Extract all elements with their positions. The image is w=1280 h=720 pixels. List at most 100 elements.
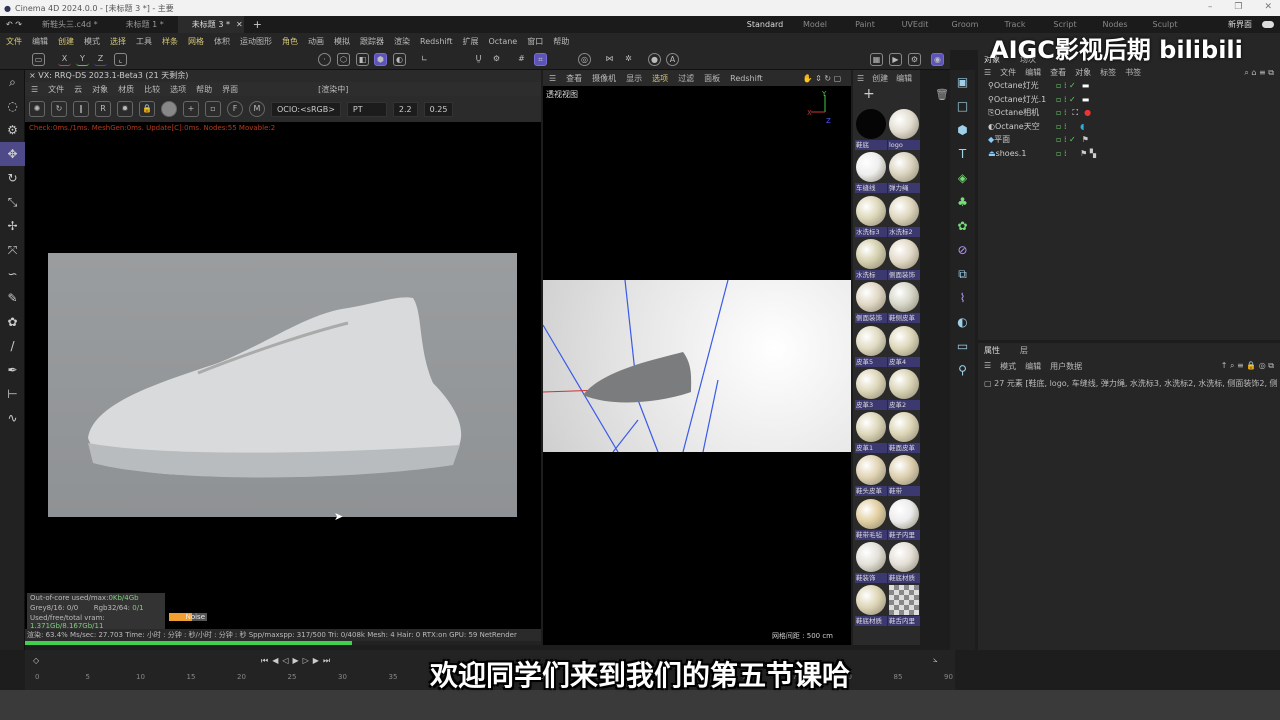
- zoom-region-icon[interactable]: ▫: [205, 101, 221, 117]
- menu-create[interactable]: 创建: [58, 36, 74, 47]
- kernel-select[interactable]: PT: [346, 101, 387, 117]
- deformer-icon[interactable]: ✿: [950, 214, 975, 238]
- material-swatch[interactable]: 鞋底材质: [888, 541, 920, 583]
- menu-tracker[interactable]: 跟踪器: [360, 36, 384, 47]
- octane-menu-file[interactable]: 文件: [48, 84, 64, 95]
- vp-menu-filter[interactable]: 过滤: [678, 73, 694, 84]
- trash-icon[interactable]: 🗑: [935, 88, 949, 101]
- add-tab-icon[interactable]: +: [253, 18, 262, 31]
- close-tab-icon[interactable]: ✕: [236, 20, 243, 29]
- material-swatch[interactable]: 鞋面皮革: [888, 411, 920, 454]
- menu-mograph[interactable]: 运动图形: [240, 36, 272, 47]
- vp-menu-view[interactable]: 查看: [566, 73, 582, 84]
- axis-x-toggle[interactable]: X: [58, 53, 71, 66]
- cube-icon[interactable]: ▣: [950, 70, 975, 94]
- octane-menu-cloud[interactable]: 云: [74, 84, 82, 95]
- undo-icon[interactable]: ↶ ↷: [0, 20, 28, 29]
- tab-attributes[interactable]: 属性: [984, 345, 1000, 356]
- restart-icon[interactable]: ↻: [51, 101, 67, 117]
- close-button[interactable]: ✕: [1264, 2, 1272, 12]
- settings-icon[interactable]: ✲: [622, 53, 635, 66]
- menu-file[interactable]: 文件: [6, 36, 22, 47]
- axis-y-toggle[interactable]: Y: [76, 53, 89, 66]
- menu-window[interactable]: 窗口: [527, 36, 543, 47]
- render-view-icon[interactable]: ▶: [889, 53, 902, 66]
- primitive-cube-icon[interactable]: ⬢: [950, 118, 975, 142]
- hamburger-icon[interactable]: ☰: [31, 85, 38, 94]
- octane-live-viewer-icon[interactable]: ◉: [931, 53, 944, 66]
- material-swatch[interactable]: 皮革2: [888, 368, 920, 410]
- object-row[interactable]: ◆ 平面 ▫ ⁞ ✓ ⚑: [978, 133, 1280, 147]
- edges-mode-icon[interactable]: ⬡: [337, 53, 350, 66]
- menu-help[interactable]: 帮助: [553, 36, 569, 47]
- material-swatch[interactable]: 鞋带: [888, 454, 920, 497]
- send-scene-icon[interactable]: ✺: [29, 101, 45, 117]
- obj-menu-object[interactable]: 对象: [1075, 67, 1091, 78]
- material-swatch[interactable]: 侧面装饰: [855, 281, 887, 324]
- object-row[interactable]: ◐ Octane天空 ▫ ⁞ ◖: [978, 120, 1280, 134]
- material-swatch[interactable]: 车缝线: [855, 151, 887, 194]
- menu-extensions[interactable]: 扩展: [462, 36, 478, 47]
- material-pick-icon[interactable]: M: [249, 101, 265, 117]
- material-swatch[interactable]: 皮革4: [888, 325, 920, 367]
- zoom-in-icon[interactable]: +: [183, 101, 199, 117]
- obj-menu-edit[interactable]: 编辑: [1025, 67, 1041, 78]
- lasso-icon[interactable]: ∽: [0, 262, 25, 286]
- material-swatch[interactable]: 侧面装饰: [888, 238, 920, 280]
- object-row[interactable]: ⏏ shoes.1 ▫ ⁞ ⚑ ▚: [978, 147, 1280, 161]
- viewport-nav-icons[interactable]: ✋ ⇕ ↻ ▢: [803, 74, 842, 83]
- exposure-field[interactable]: 0.25: [423, 101, 454, 117]
- add-material-icon[interactable]: +: [853, 86, 920, 106]
- quantize-icon[interactable]: ⌗: [534, 53, 547, 66]
- menu-redshift[interactable]: Redshift: [420, 37, 452, 46]
- menu-render[interactable]: 渲染: [394, 36, 410, 47]
- polygons-mode-icon[interactable]: ◧: [356, 53, 369, 66]
- attr-menu-edit[interactable]: 编辑: [1025, 361, 1041, 372]
- snap-settings-icon[interactable]: ⚙: [490, 53, 503, 66]
- octane-menu-compare[interactable]: 比较: [144, 84, 160, 95]
- menu-mode[interactable]: 模式: [84, 36, 100, 47]
- attr-nav-icons[interactable]: ↑ ⌕ ≡ 🔒 ◎ ⧉: [1221, 361, 1274, 372]
- vp-menu-cameras[interactable]: 摄像机: [592, 73, 616, 84]
- doc-tab[interactable]: 新鞋头三.c4d *: [28, 16, 112, 33]
- axis-tool-icon[interactable]: ⤧: [0, 238, 25, 262]
- noise-toggle[interactable]: Noise: [169, 613, 207, 621]
- measure-icon[interactable]: ⊢: [0, 382, 25, 406]
- octane-menu-options[interactable]: 选项: [170, 84, 186, 95]
- pen-icon[interactable]: ✒: [0, 358, 25, 382]
- pause-icon[interactable]: ‖: [73, 101, 89, 117]
- material-swatch[interactable]: 鞋装饰: [855, 541, 887, 583]
- camera-object-icon[interactable]: ▭: [950, 334, 975, 358]
- coordinate-system-icon[interactable]: ⌞: [114, 53, 127, 66]
- close-icon[interactable]: ×: [29, 71, 38, 80]
- menu-animate[interactable]: 动画: [308, 36, 324, 47]
- viewport-solo-icon[interactable]: A: [666, 53, 679, 66]
- cloner-icon[interactable]: ♣: [950, 190, 975, 214]
- search-icon[interactable]: ⌕: [0, 70, 25, 94]
- object-row[interactable]: ⎘ Octane相机 ▫ ⁞ ⛶ ●: [978, 106, 1280, 120]
- material-swatch[interactable]: logo: [888, 108, 920, 150]
- material-swatch[interactable]: 鞋侧皮革: [888, 281, 920, 324]
- points-mode-icon[interactable]: ·: [318, 53, 331, 66]
- generator-icon[interactable]: ◈: [950, 166, 975, 190]
- menu-spline[interactable]: 样条: [162, 36, 178, 47]
- hamburger-icon[interactable]: ☰: [549, 74, 556, 83]
- vp-menu-panel[interactable]: 面板: [704, 73, 720, 84]
- obj-menu-file[interactable]: 文件: [1000, 67, 1016, 78]
- octane-menu-objects[interactable]: 对象: [92, 84, 108, 95]
- settings-gear-icon[interactable]: ✹: [117, 101, 133, 117]
- light-icon[interactable]: ⚲: [950, 358, 975, 382]
- material-swatch[interactable]: 水洗标2: [888, 195, 920, 237]
- menu-volume[interactable]: 体积: [214, 36, 230, 47]
- gear-icon[interactable]: ⚙: [0, 118, 25, 142]
- vp-menu-redshift[interactable]: Redshift: [730, 74, 762, 83]
- render-region-icon[interactable]: ▦: [870, 53, 883, 66]
- minimize-button[interactable]: –: [1208, 2, 1213, 12]
- attr-menu-userdata[interactable]: 用户数据: [1050, 361, 1082, 372]
- object-row[interactable]: ⚲ Octane灯光 ▫ ⁞ ✓ ▬: [978, 79, 1280, 93]
- doc-tab-active[interactable]: 未标题 3 *: [177, 16, 244, 33]
- obj-menu-bookmarks[interactable]: 书签: [1125, 67, 1141, 78]
- material-swatch[interactable]: 皮革5: [855, 325, 887, 367]
- rotate-tool-icon[interactable]: ↻: [0, 166, 25, 190]
- obj-menu-view[interactable]: 查看: [1050, 67, 1066, 78]
